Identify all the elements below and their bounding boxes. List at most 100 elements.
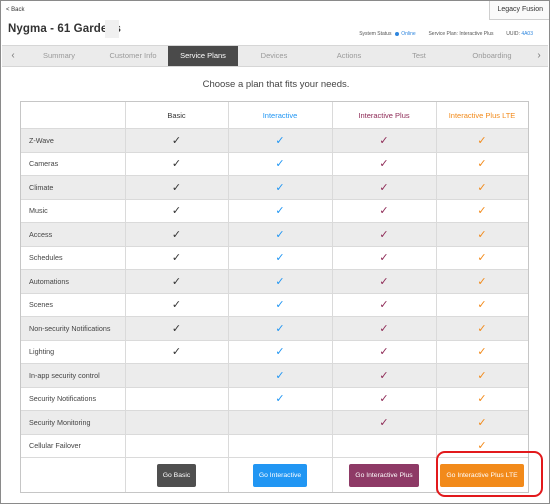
status-dot-icon bbox=[394, 31, 399, 36]
title-placeholder bbox=[105, 20, 119, 38]
table-header-row: Basic Interactive Interactive Plus Interact… bbox=[21, 102, 528, 128]
status-line: System Status Online Service Plan: Inter… bbox=[359, 31, 533, 37]
plan-header-basic: Basic bbox=[167, 110, 186, 120]
check-icon: ✓ bbox=[379, 274, 389, 288]
plan-header-interactive: Interactive bbox=[262, 110, 298, 120]
tab-service-plans[interactable]: Service Plans bbox=[168, 46, 238, 66]
check-icon: ✓ bbox=[275, 204, 285, 218]
tab-onboarding[interactable]: Onboarding bbox=[450, 46, 534, 66]
tab-customer-info[interactable]: Customer Info bbox=[98, 46, 168, 66]
plan-button-cell: Go Basic bbox=[125, 458, 228, 492]
check-icon: ✓ bbox=[171, 180, 182, 194]
plan-cell bbox=[332, 434, 436, 457]
go-basic-button[interactable]: Go Basic bbox=[156, 463, 197, 487]
go-interactive-plus-button[interactable]: Go Interactive Plus bbox=[349, 463, 419, 487]
table-row: Z-Wave ✓ ✓ ✓ ✓ bbox=[21, 128, 528, 152]
table-row: Access ✓ ✓ ✓ ✓ bbox=[21, 222, 528, 246]
check-icon: ✓ bbox=[171, 345, 182, 359]
uuid-value[interactable]: 4A03 bbox=[521, 31, 533, 37]
back-link[interactable]: < Back bbox=[6, 7, 25, 13]
check-icon: ✓ bbox=[275, 392, 285, 406]
check-icon: ✓ bbox=[275, 274, 285, 288]
plan-cell bbox=[125, 387, 228, 410]
check-icon: ✓ bbox=[477, 227, 487, 241]
feature-label: Security Monitoring bbox=[29, 417, 91, 427]
check-icon: ✓ bbox=[275, 251, 285, 265]
check-icon: ✓ bbox=[477, 298, 487, 312]
check-icon: ✓ bbox=[275, 298, 285, 312]
row-label-cell bbox=[21, 458, 125, 492]
feature-label: Music bbox=[29, 206, 48, 216]
tab-test[interactable]: Test bbox=[388, 46, 450, 66]
plan-comparison-table: Basic Interactive Interactive Plus Interact… bbox=[20, 101, 529, 493]
check-icon: ✓ bbox=[379, 157, 389, 171]
check-icon: ✓ bbox=[477, 392, 487, 406]
table-row: In-app security control ✓ ✓ ✓ bbox=[21, 363, 528, 387]
check-icon: ✓ bbox=[379, 415, 389, 429]
check-icon: ✓ bbox=[379, 321, 389, 335]
check-icon: ✓ bbox=[275, 133, 285, 147]
check-icon: ✓ bbox=[171, 298, 182, 312]
plan-cell bbox=[228, 434, 332, 457]
plan-cell bbox=[125, 364, 228, 387]
check-icon: ✓ bbox=[275, 157, 285, 171]
check-icon: ✓ bbox=[171, 133, 182, 147]
table-row: Music ✓ ✓ ✓ ✓ bbox=[21, 198, 528, 222]
tab-summary[interactable]: Summary bbox=[20, 46, 98, 66]
plan-cell bbox=[228, 411, 332, 434]
check-icon: ✓ bbox=[379, 298, 389, 312]
feature-label: In-app security control bbox=[29, 370, 100, 380]
check-icon: ✓ bbox=[477, 157, 487, 171]
feature-label: Automations bbox=[29, 276, 69, 286]
table-row: Security Monitoring ✓ ✓ bbox=[21, 410, 528, 434]
check-icon: ✓ bbox=[275, 227, 285, 241]
check-icon: ✓ bbox=[275, 345, 285, 359]
go-interactive-button[interactable]: Go Interactive bbox=[252, 463, 308, 487]
plan-header-interactive-plus-lte: Interactive Plus LTE bbox=[448, 110, 516, 120]
selection-highlight bbox=[436, 451, 543, 497]
uuid-label: UUID: bbox=[506, 31, 520, 37]
plan-button-cell: Go Interactive Plus bbox=[332, 458, 436, 492]
tab-scroll-left-icon[interactable]: ‹ bbox=[6, 46, 20, 66]
check-icon: ✓ bbox=[477, 321, 487, 335]
tab-devices[interactable]: Devices bbox=[238, 46, 310, 66]
check-icon: ✓ bbox=[477, 345, 487, 359]
check-icon: ✓ bbox=[171, 227, 182, 241]
check-icon: ✓ bbox=[379, 204, 389, 218]
plan-header-interactive-plus: Interactive Plus bbox=[358, 110, 410, 120]
feature-label: Non-security Notifications bbox=[29, 323, 111, 333]
check-icon: ✓ bbox=[275, 368, 285, 382]
check-icon: ✓ bbox=[477, 180, 487, 194]
feature-label: Cameras bbox=[29, 159, 59, 169]
check-icon: ✓ bbox=[171, 274, 182, 288]
feature-label: Access bbox=[29, 229, 53, 239]
table-row: Lighting ✓ ✓ ✓ ✓ bbox=[21, 339, 528, 363]
system-status-label: System Status bbox=[359, 31, 392, 37]
feature-label: Cellular Failover bbox=[29, 441, 81, 451]
tab-actions[interactable]: Actions bbox=[310, 46, 388, 66]
check-icon: ✓ bbox=[379, 251, 389, 265]
table-row: Climate ✓ ✓ ✓ ✓ bbox=[21, 175, 528, 199]
check-icon: ✓ bbox=[275, 321, 285, 335]
check-icon: ✓ bbox=[477, 204, 487, 218]
plan-cell bbox=[125, 411, 228, 434]
check-icon: ✓ bbox=[477, 415, 487, 429]
system-status-value: Online bbox=[401, 31, 416, 37]
feature-label: Schedules bbox=[29, 253, 63, 263]
check-icon: ✓ bbox=[477, 274, 487, 288]
tab-bar: ‹ Summary Customer Info Service Plans De… bbox=[2, 45, 548, 67]
feature-label: Z-Wave bbox=[29, 135, 54, 145]
service-plan-value: Interactive Plus bbox=[459, 31, 494, 37]
plan-cell bbox=[125, 434, 228, 457]
check-icon: ✓ bbox=[379, 133, 389, 147]
check-icon: ✓ bbox=[379, 227, 389, 241]
row-label-cell bbox=[21, 102, 125, 128]
feature-label: Lighting bbox=[29, 347, 55, 357]
tab-scroll-right-icon[interactable]: › bbox=[532, 46, 546, 66]
check-icon: ✓ bbox=[477, 251, 487, 265]
check-icon: ✓ bbox=[171, 321, 182, 335]
table-row: Non-security Notifications ✓ ✓ ✓ ✓ bbox=[21, 316, 528, 340]
table-row: Cameras ✓ ✓ ✓ ✓ bbox=[21, 151, 528, 175]
check-icon: ✓ bbox=[379, 368, 389, 382]
legacy-fusion-button[interactable]: Legacy Fusion bbox=[489, 1, 549, 20]
